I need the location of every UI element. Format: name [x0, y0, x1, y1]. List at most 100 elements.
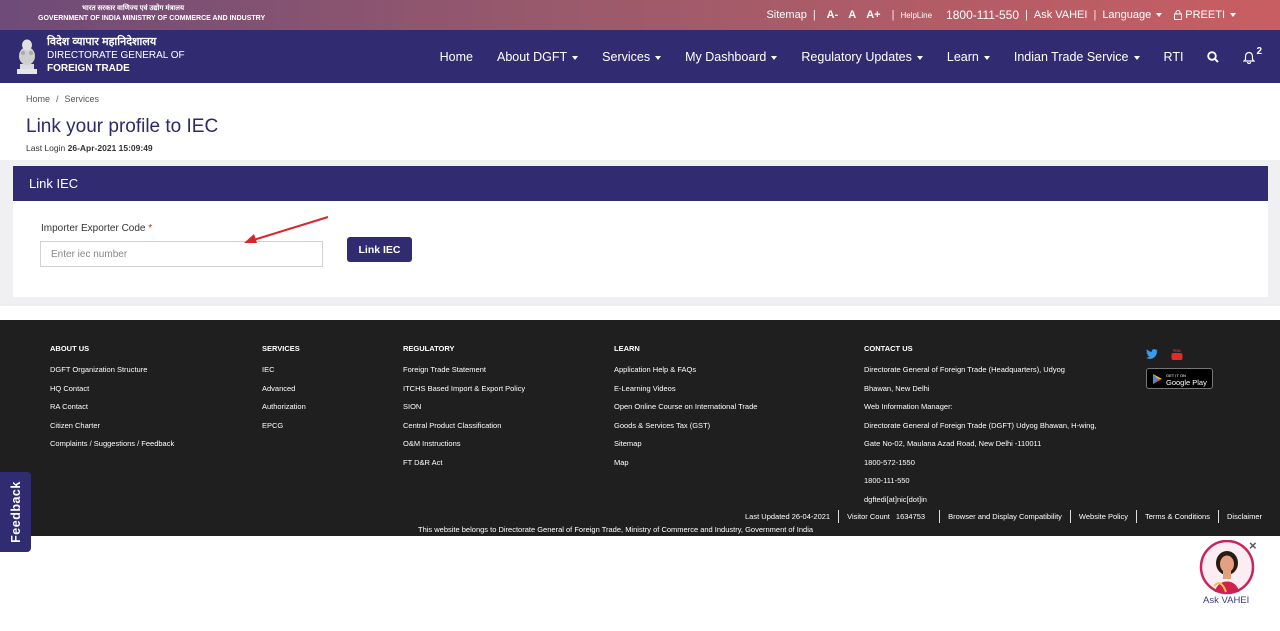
chevron-down-icon — [572, 55, 579, 60]
iec-label-text: Importer Exporter Code — [41, 223, 146, 234]
helpline-number[interactable]: 1800-111-550 — [946, 8, 1019, 22]
vahei-close-icon[interactable]: × — [1249, 539, 1257, 552]
footer-link[interactable]: Central Product Classification — [403, 417, 525, 436]
twitter-icon[interactable] — [1146, 349, 1158, 359]
nav-rti[interactable]: RTI — [1164, 50, 1184, 64]
footer-link[interactable]: Terms & Conditions — [1145, 512, 1210, 521]
contact-line: Bhawan, New Delhi — [864, 383, 930, 393]
nav-label: My Dashboard — [685, 50, 767, 64]
chevron-down-icon — [916, 55, 923, 60]
iec-field-label: Importer Exporter Code * — [41, 223, 152, 234]
sitemap-link[interactable]: Sitemap — [766, 9, 806, 21]
notifications-button[interactable]: 2 — [1243, 46, 1262, 64]
separator: | — [812, 9, 816, 21]
brand-line1: DIRECTORATE GENERAL OF — [47, 50, 185, 61]
footer-link[interactable]: Citizen Charter — [50, 417, 174, 436]
vahei-label[interactable]: Ask VAHEI — [1203, 595, 1249, 606]
chevron-down-icon — [655, 55, 662, 60]
footer-link[interactable]: FT D&R Act — [403, 454, 525, 473]
footer-heading: ABOUT US — [50, 344, 90, 353]
link-iec-button[interactable]: Link IEC — [347, 237, 412, 262]
nav-indian-trade-service[interactable]: Indian Trade Service — [1014, 50, 1140, 64]
card-header: Link IEC — [13, 166, 1268, 201]
divider — [1135, 510, 1137, 523]
last-login-value: 26-Apr-2021 15:09:49 — [67, 143, 153, 153]
footer-heading: CONTACT US — [864, 344, 913, 353]
footer-link[interactable]: E-Learning Videos — [614, 380, 757, 399]
search-icon — [1207, 51, 1220, 63]
ask-vahei-link[interactable]: Ask VAHEI — [1034, 9, 1088, 21]
footer-link[interactable]: Authorization — [262, 398, 306, 417]
language-label: Language — [1102, 9, 1152, 21]
dgft-logo-text[interactable]: विदेश व्यापार महानिदेशालय DIRECTORATE GE… — [47, 36, 185, 75]
footer-link[interactable]: Complaints / Suggestions / Feedback — [50, 435, 174, 454]
footer-link[interactable]: HQ Contact — [50, 380, 174, 399]
search-button[interactable] — [1207, 51, 1220, 63]
nav-my-dashboard[interactable]: My Dashboard — [685, 50, 778, 64]
footer-heading: REGULATORY — [403, 344, 455, 353]
brand-line2: FOREIGN TRADE — [47, 63, 130, 74]
separator: | — [891, 9, 895, 21]
footer-link[interactable]: Sitemap — [614, 435, 757, 454]
footer-link[interactable]: Map — [614, 454, 757, 473]
annotation-arrow-icon — [244, 216, 329, 243]
breadcrumb-separator: / — [56, 94, 59, 104]
footer-link[interactable]: IEC — [262, 361, 306, 380]
svg-text:You: You — [1173, 348, 1181, 353]
nav-label: Indian Trade Service — [1013, 50, 1129, 64]
nav-regulatory-updates[interactable]: Regulatory Updates — [801, 50, 923, 64]
last-login: Last Login 26-Apr-2021 15:09:49 — [26, 143, 153, 153]
language-dropdown[interactable]: Language — [1102, 9, 1163, 21]
youtube-icon[interactable]: You — [1171, 347, 1183, 361]
last-updated: Last Updated 26-04-2021 — [745, 512, 831, 521]
font-decrease-button[interactable]: A- — [827, 9, 839, 21]
font-normal-button[interactable]: A — [848, 9, 856, 21]
footer-link[interactable]: Website Policy — [1079, 512, 1128, 521]
brand-hindi: विदेश व्यापार महानिदेशालय — [47, 36, 157, 48]
nav-home[interactable]: Home — [440, 50, 473, 64]
nav-label: Regulatory Updates — [801, 50, 912, 64]
footer-services: SERVICES IEC Advanced Authorization EPCG — [262, 344, 306, 435]
chevron-down-icon — [1133, 55, 1140, 60]
footer-about: ABOUT US DGFT Organization Structure HQ … — [50, 344, 174, 454]
user-menu[interactable]: PREETI — [1174, 9, 1236, 21]
footer-link[interactable]: EPCG — [262, 417, 306, 436]
link-iec-card: Link IEC Importer Exporter Code * Link I… — [13, 166, 1268, 297]
footer-contact: CONTACT US Directorate General of Foreig… — [864, 344, 1097, 509]
top-utility-links: Sitemap | A- A A+ | HelpLine 1800-111-55… — [766, 8, 1236, 22]
arrow-head — [244, 234, 257, 243]
footer-link[interactable]: Advanced — [262, 380, 306, 399]
contact-email[interactable]: dgftedi[at]nic[dot]in — [864, 491, 1097, 510]
social-links: You — [1146, 347, 1183, 361]
required-mark: * — [148, 223, 153, 234]
chevron-down-icon — [1230, 13, 1236, 17]
contact-line: Directorate General of Foreign Trade (He… — [864, 365, 1065, 374]
footer-link[interactable]: Open Online Course on International Trad… — [614, 398, 757, 417]
footer-link[interactable]: Goods & Services Tax (GST) — [614, 417, 757, 436]
notification-count: 2 — [1256, 45, 1262, 57]
nav-about-dgft[interactable]: About DGFT — [497, 50, 579, 64]
footer-link[interactable]: O&M Instructions — [403, 435, 525, 454]
footer: ABOUT US DGFT Organization Structure HQ … — [0, 320, 1280, 536]
feedback-tab[interactable]: Feedback — [0, 472, 31, 552]
breadcrumb: Home / Services — [26, 94, 99, 104]
google-play-badge[interactable]: GET IT ON Google Play — [1146, 368, 1213, 389]
footer-link[interactable]: Foreign Trade Statement — [403, 361, 525, 380]
footer-link[interactable]: RA Contact — [50, 398, 174, 417]
footer-link[interactable]: DGFT Organization Structure — [50, 361, 174, 380]
nav-services[interactable]: Services — [602, 50, 662, 64]
bell-icon — [1243, 51, 1256, 64]
footer-link[interactable]: Application Help & FAQs — [614, 361, 757, 380]
breadcrumb-home[interactable]: Home — [26, 94, 50, 104]
footer-link[interactable]: SION — [403, 398, 525, 417]
last-login-label: Last Login — [26, 143, 66, 153]
footer-link[interactable]: Browser and Display Compatibility — [948, 512, 1062, 521]
breadcrumb-current[interactable]: Services — [65, 94, 100, 104]
nav-learn[interactable]: Learn — [947, 50, 990, 64]
font-increase-button[interactable]: A+ — [866, 9, 880, 21]
footer-link[interactable]: ITCHS Based Import & Export Policy — [403, 380, 525, 399]
contact-line: Gate No-02, Maulana Azad Road, New Delhi… — [864, 439, 1042, 448]
user-name: PREETI — [1185, 9, 1225, 21]
footer-link[interactable]: Disclaimer — [1227, 512, 1262, 521]
chevron-down-icon — [1156, 13, 1163, 18]
